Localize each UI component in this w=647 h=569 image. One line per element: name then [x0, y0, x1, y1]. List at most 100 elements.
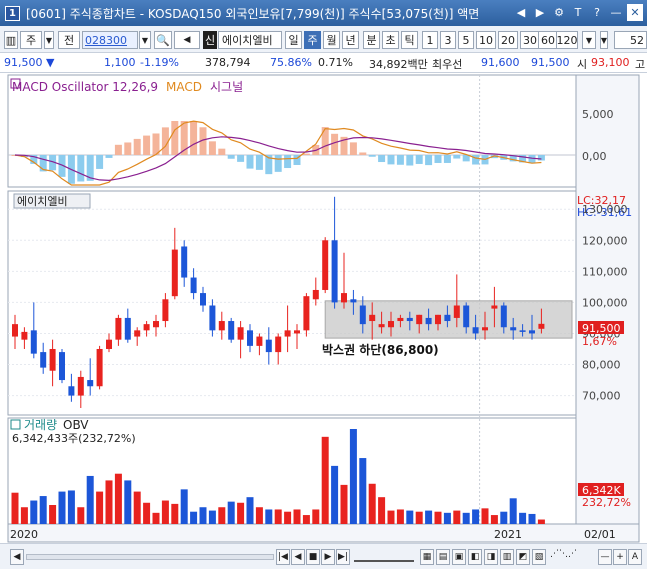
- scroll-left-button[interactable]: ◀: [10, 549, 24, 565]
- volume-bar: [443, 512, 451, 524]
- volume-bar: [124, 480, 132, 524]
- code-dropdown-icon[interactable]: ▼: [139, 31, 151, 49]
- price-tick-label: 120,000: [582, 234, 628, 247]
- candle-body: [406, 317, 413, 322]
- search-icon[interactable]: 🔍: [154, 31, 172, 49]
- zoom-in-button[interactable]: +: [613, 549, 627, 565]
- next-window-button[interactable]: ▶: [532, 4, 548, 21]
- tool-icon-4[interactable]: ◧: [468, 549, 482, 565]
- candle-body: [529, 330, 535, 334]
- candle-body: [453, 305, 460, 318]
- candle-body: [162, 299, 169, 322]
- period-tick[interactable]: 틱: [401, 31, 418, 49]
- market-dropdown-icon[interactable]: ▼: [44, 31, 54, 49]
- volume-bar: [349, 429, 357, 524]
- period-second[interactable]: 초: [382, 31, 399, 49]
- candle-body: [519, 330, 526, 332]
- period-year[interactable]: 년: [342, 31, 359, 49]
- tool-icon-6[interactable]: ▥: [500, 549, 514, 565]
- count-input[interactable]: 52: [614, 31, 647, 49]
- mini-chart-icon[interactable]: ⋰⋱⋰: [550, 549, 594, 565]
- interval-60[interactable]: 60: [538, 31, 558, 49]
- candle-body: [359, 305, 366, 325]
- volume-label: 거래량: [24, 418, 57, 432]
- stock-code-input[interactable]: 028300: [82, 31, 138, 49]
- volume-bar: [105, 480, 113, 524]
- candle-body: [284, 330, 291, 337]
- zoom-slider[interactable]: [354, 552, 414, 562]
- text-icon[interactable]: T: [570, 4, 586, 21]
- volume-bar: [359, 458, 367, 524]
- candle-body: [115, 317, 122, 340]
- stock-chart[interactable]: MACD Oscillator 12,26,9 MACD 시그널 5,000 0…: [0, 73, 647, 543]
- interval-10[interactable]: 10: [476, 31, 496, 49]
- zoom-out-button[interactable]: —: [598, 549, 612, 565]
- volume-bar: [30, 500, 38, 524]
- interval-20[interactable]: 20: [498, 31, 518, 49]
- volume-bar: [396, 509, 404, 524]
- scroll-track[interactable]: [26, 554, 274, 560]
- tool-icon-2[interactable]: ▤: [436, 549, 450, 565]
- prev-window-button[interactable]: ◀: [513, 4, 529, 21]
- period-month[interactable]: 월: [323, 31, 340, 49]
- settings-icon[interactable]: ⚙: [551, 4, 567, 21]
- interval-3[interactable]: 3: [440, 31, 456, 49]
- interval-5[interactable]: 5: [458, 31, 474, 49]
- minimize-button[interactable]: —: [608, 4, 624, 21]
- stop-button[interactable]: ■: [306, 549, 320, 565]
- volume-bar: [133, 491, 141, 524]
- candle-body: [59, 352, 65, 381]
- type-select[interactable]: 전: [58, 31, 80, 49]
- step-back-button[interactable]: ◀: [291, 549, 305, 565]
- window-controls: ◀ ▶ ⚙ T ? — ✕: [513, 4, 643, 21]
- macd-hist-bar: [114, 144, 122, 155]
- tool-icon-7[interactable]: ◩: [516, 549, 530, 565]
- period-minute[interactable]: 분: [363, 31, 380, 49]
- macd-hist-bar: [331, 133, 339, 155]
- candle-body: [369, 314, 376, 322]
- interval-30[interactable]: 30: [520, 31, 540, 49]
- period-week[interactable]: 주: [304, 31, 321, 49]
- current-price-label: 91,500: [582, 322, 621, 335]
- step-forward-button[interactable]: ▶: [321, 549, 335, 565]
- volume-bar: [265, 509, 273, 524]
- price-tick-label: 80,000: [582, 359, 621, 372]
- volume-bar: [49, 505, 57, 524]
- macd-hist-bar: [349, 142, 357, 155]
- dropdown-arrow-icon[interactable]: ▼: [600, 31, 608, 49]
- candle-body: [124, 317, 131, 340]
- volume-bar: [246, 497, 254, 524]
- speaker-icon[interactable]: ◀: [174, 31, 200, 49]
- candle-body: [491, 305, 498, 309]
- chart-canvas[interactable]: MACD Oscillator 12,26,9 MACD 시그널 5,000 0…: [0, 73, 647, 543]
- help-icon[interactable]: ?: [589, 4, 605, 21]
- scroll-start-button[interactable]: |◀: [276, 549, 290, 565]
- grip-icon[interactable]: ▥: [4, 31, 18, 49]
- close-button[interactable]: ✕: [627, 4, 643, 21]
- candle-body: [218, 321, 225, 331]
- candle-body: [134, 330, 141, 337]
- box-bottom-annotation: 박스권 하단(86,800): [322, 342, 439, 357]
- interval-1[interactable]: 1: [422, 31, 438, 49]
- volume-panel-icon[interactable]: [10, 419, 21, 430]
- macd-hist-bar: [415, 155, 423, 164]
- candle-body: [190, 277, 197, 294]
- volume-bar: [180, 489, 188, 524]
- tool-icon-8[interactable]: ▧: [532, 549, 546, 565]
- time-axis: [7, 523, 640, 543]
- period-day[interactable]: 일: [285, 31, 302, 49]
- volume-bar: [96, 491, 104, 524]
- macd-osc-label: MACD Oscillator 12,26,9: [12, 80, 158, 94]
- interval-dropdown-icon[interactable]: ▼: [582, 31, 596, 49]
- auto-scale-button[interactable]: A: [628, 549, 642, 565]
- volume-bar: [274, 509, 282, 524]
- macd-hist-bar: [284, 155, 292, 169]
- tool-icon-1[interactable]: ▦: [420, 549, 434, 565]
- interval-120[interactable]: 120: [556, 31, 578, 49]
- market-select[interactable]: 주: [20, 31, 42, 49]
- tool-icon-3[interactable]: ▣: [452, 549, 466, 565]
- scroll-end-button[interactable]: ▶|: [336, 549, 350, 565]
- macd-hist-bar: [208, 141, 216, 155]
- tool-icon-5[interactable]: ◨: [484, 549, 498, 565]
- candle-body: [209, 305, 216, 331]
